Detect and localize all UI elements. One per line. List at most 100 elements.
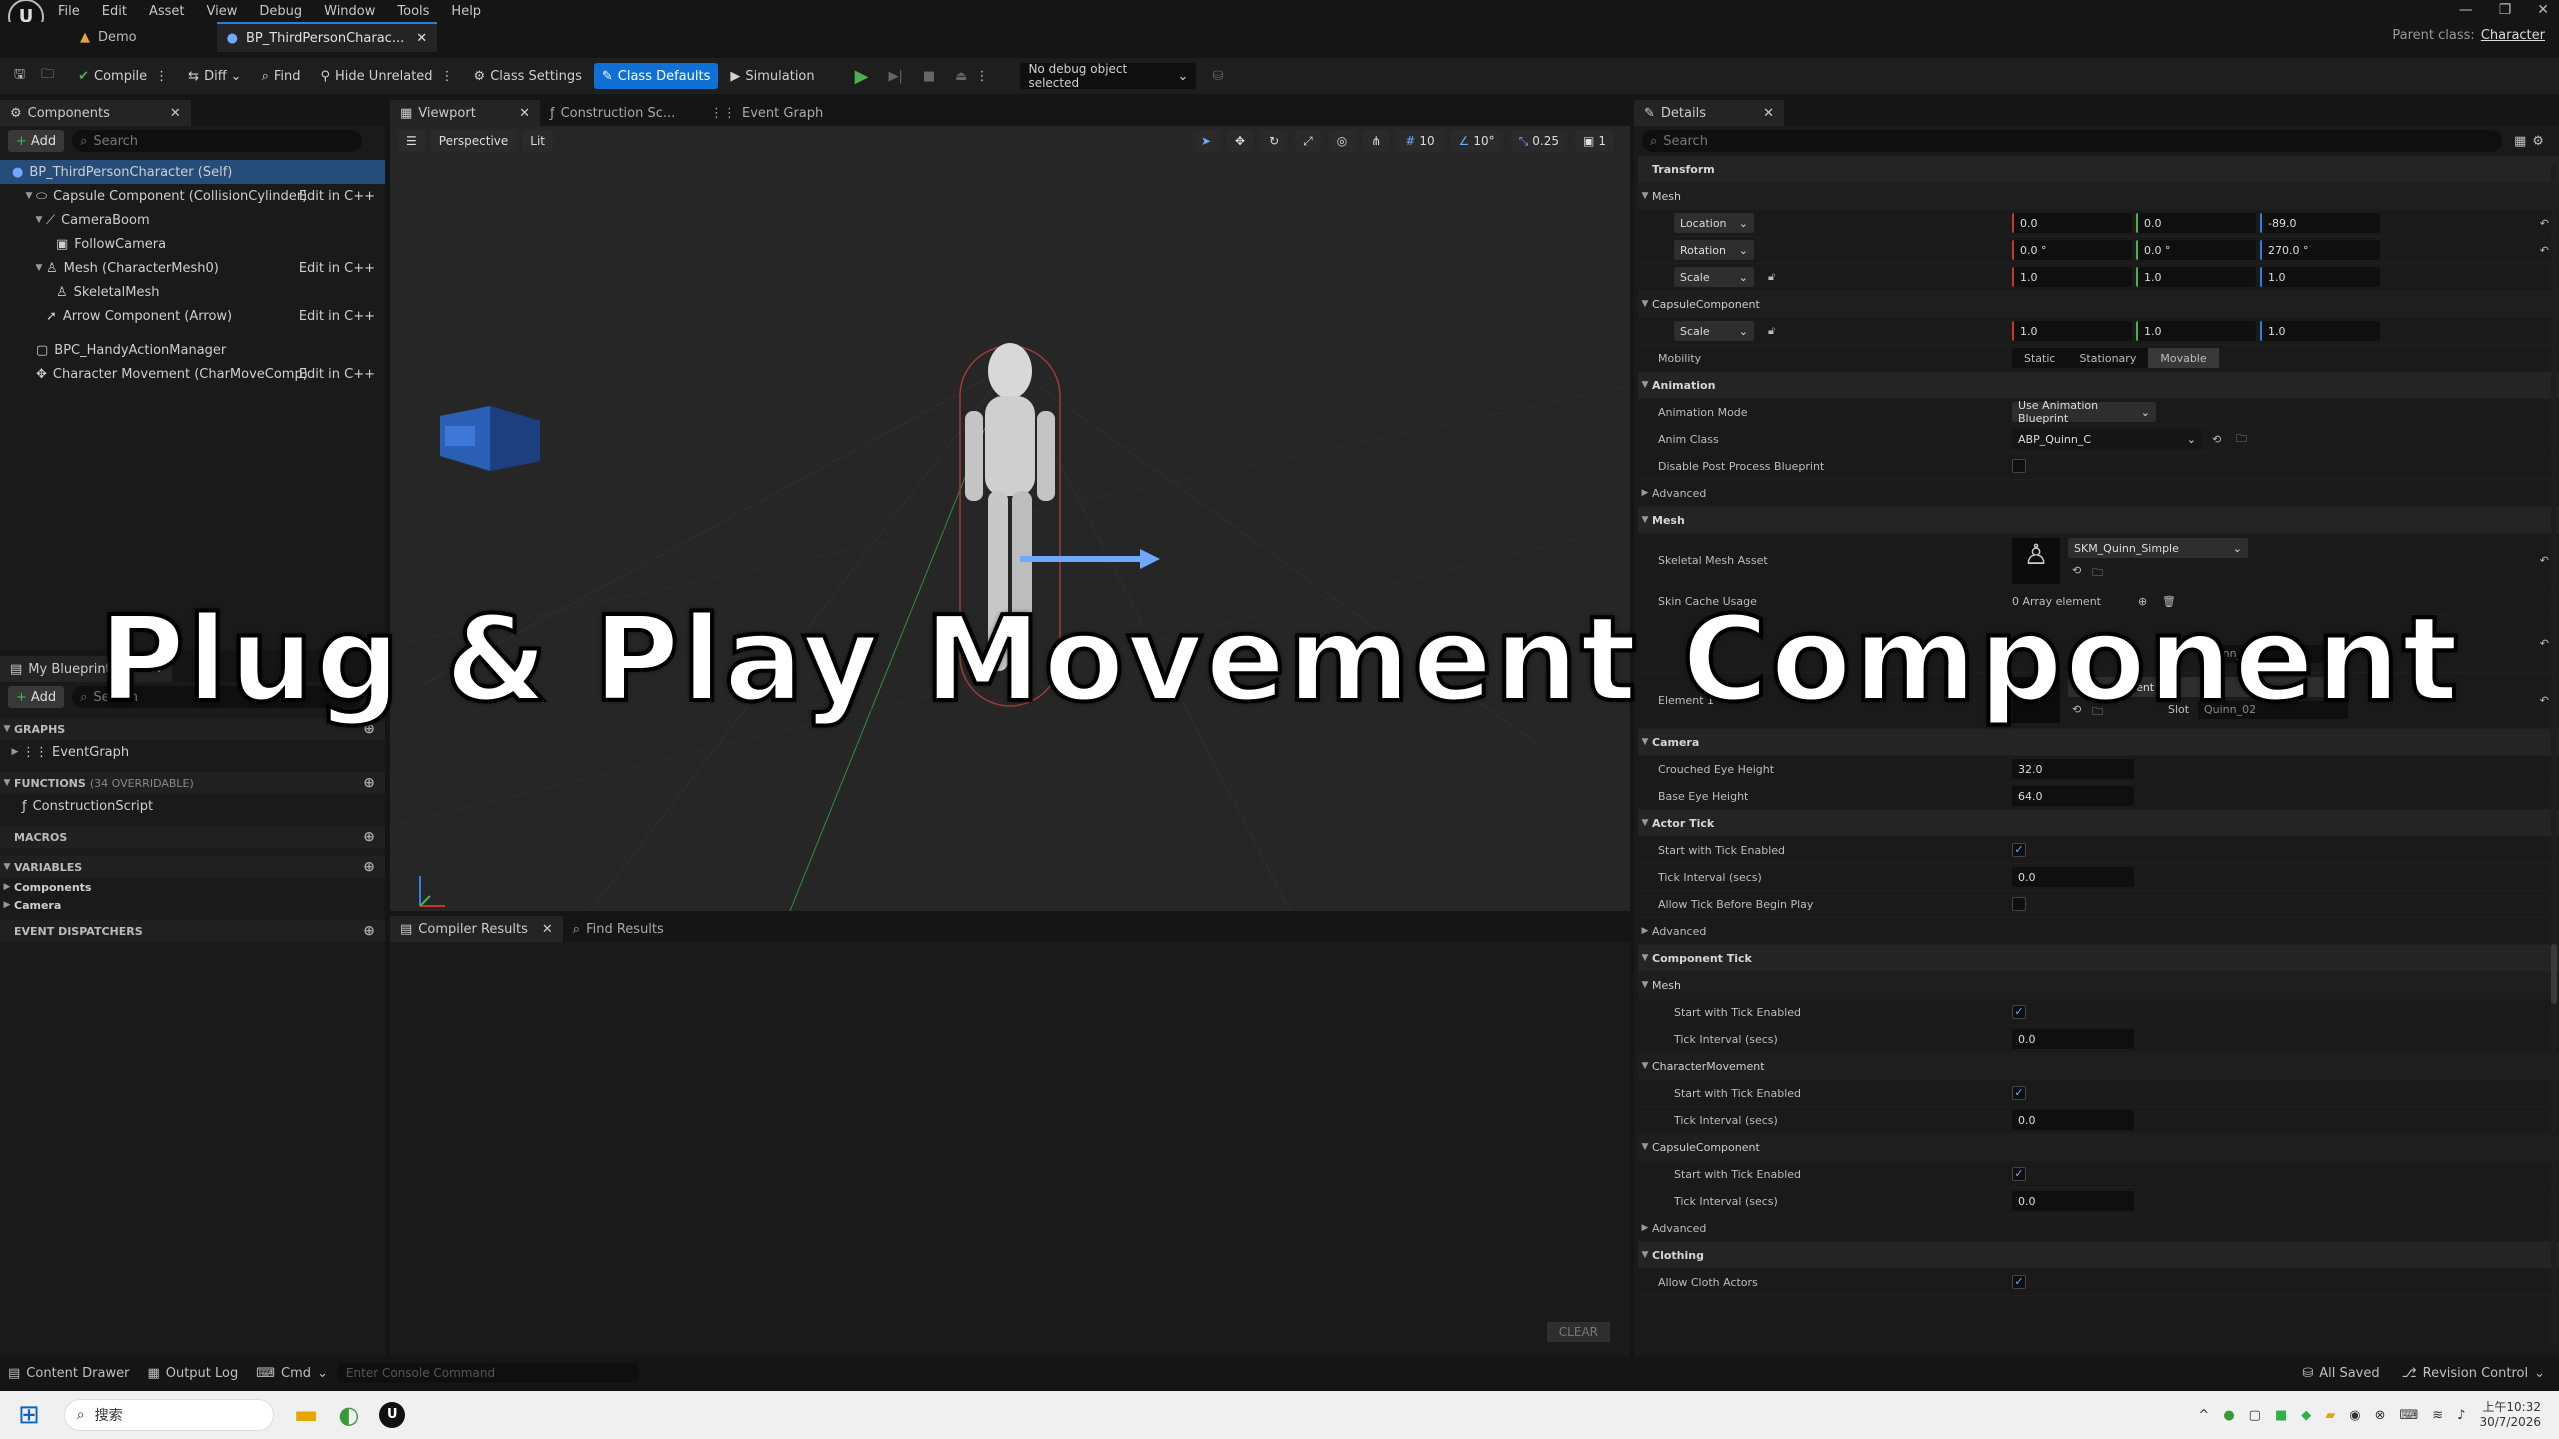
world-local-button[interactable]: ◎ <box>1328 130 1356 152</box>
rotation-x-field[interactable]: 0.0 ° <box>2012 240 2132 260</box>
rotation-y-field[interactable]: 0.0 ° <box>2136 240 2256 260</box>
file-explorer-icon[interactable]: ▬ <box>294 1400 319 1430</box>
menu-edit[interactable]: Edit <box>102 4 127 19</box>
close-tab-icon[interactable]: ✕ <box>1763 106 1774 121</box>
menu-file[interactable]: File <box>58 4 80 19</box>
rotate-button[interactable]: ↻ <box>1261 130 1288 152</box>
browse-icon[interactable]: 🗀 <box>41 65 54 87</box>
add-variable-icon[interactable]: ⊕ <box>363 859 375 875</box>
function-construction-script[interactable]: ƒ ConstructionScript <box>0 794 385 818</box>
anim-class-select[interactable]: ABP_Quinn_C ⌄ <box>2012 429 2202 449</box>
parent-class-link[interactable]: Character <box>2481 28 2545 43</box>
step-button[interactable]: ▶| <box>880 63 910 89</box>
viewport-scene[interactable]: ☰ Perspective Lit ➤ ✥ ↻ ⤢ ◎ ⋔ #10 ∠ 10° ⤡… <box>390 126 1630 911</box>
variables-section[interactable]: ▼ VARIABLES ⊕ <box>0 856 385 878</box>
allow-tick-before-play-checkbox[interactable] <box>2012 897 2026 911</box>
capsule-scale-z-field[interactable]: 1.0 <box>2260 321 2380 341</box>
simulation-button[interactable]: ▶ Simulation <box>722 63 822 89</box>
mobility-static[interactable]: Static <box>2012 352 2067 365</box>
debug-filter-icon[interactable]: ⛁ <box>1212 69 1223 84</box>
tab-demo[interactable]: ▲ Demo <box>70 22 147 52</box>
scale-x-field[interactable]: 1.0 <box>2012 267 2132 287</box>
camera-speed-button[interactable]: ▣ 1 <box>1575 130 1614 152</box>
eject-button[interactable]: ⏏ ⋮ <box>947 63 996 89</box>
select-mode-button[interactable]: ➤ <box>1192 130 1220 152</box>
edit-in-cpp-link[interactable]: Edit in C++ <box>299 189 375 204</box>
capsule-scale-x-field[interactable]: 1.0 <box>2012 321 2132 341</box>
stop-button[interactable]: ■ <box>915 63 943 89</box>
scale-z-field[interactable]: 1.0 <box>2260 267 2380 287</box>
tray-wechat-icon[interactable]: ■ <box>2275 1408 2287 1423</box>
viewport-menu-button[interactable]: ☰ <box>398 130 425 152</box>
functions-section[interactable]: ▼ FUNCTIONS (34 OVERRIDABLE) ⊕ <box>0 772 385 794</box>
add-dispatcher-icon[interactable]: ⊕ <box>363 923 375 939</box>
tray-chat-icon[interactable]: ◆ <box>2301 1408 2311 1423</box>
taskbar-search[interactable]: ⌕ 搜索 <box>63 1399 274 1431</box>
rotation-z-field[interactable]: 270.0 ° <box>2260 240 2380 260</box>
location-y-field[interactable]: 0.0 <box>2136 213 2256 233</box>
capsule-tick-sub[interactable]: ▼ CapsuleComponent <box>1638 1134 2559 1161</box>
table-view-icon[interactable]: ▦ <box>2514 134 2526 149</box>
component-self[interactable]: ● BP_ThirdPersonCharacter (Self) <box>0 160 385 184</box>
event-dispatchers-section[interactable]: EVENT DISPATCHERS ⊕ <box>0 920 385 942</box>
char-movement-tick-interval-field[interactable]: 0.0 <box>2012 1110 2134 1130</box>
component-tick-advanced[interactable]: ▶ Advanced <box>1638 1215 2559 1242</box>
menu-view[interactable]: View <box>207 4 238 19</box>
graph-event-graph[interactable]: ▶ ⋮⋮ EventGraph <box>0 740 385 764</box>
actor-tick-interval-field[interactable]: 0.0 <box>2012 867 2134 887</box>
details-search-input[interactable]: ⌕ Search <box>1642 130 2502 152</box>
scale-button[interactable]: ⤢ <box>1295 130 1321 152</box>
components-search-input[interactable]: ⌕ Search <box>72 130 363 152</box>
wifi-icon[interactable]: ≋ <box>2432 1408 2443 1423</box>
close-tab-icon[interactable]: ✕ <box>519 106 530 121</box>
disable-post-process-checkbox[interactable] <box>2012 459 2026 473</box>
unreal-taskbar-icon[interactable]: U <box>379 1402 406 1428</box>
component-follow-camera[interactable]: ▣ FollowCamera <box>0 232 385 256</box>
capsule-scale-y-field[interactable]: 1.0 <box>2136 321 2256 341</box>
clear-button[interactable]: CLEAR <box>1546 1322 1610 1342</box>
tray-app-icon[interactable]: ● <box>2223 1408 2234 1423</box>
component-tick-category[interactable]: ▼ Component Tick <box>1638 945 2559 972</box>
actor-tick-category[interactable]: ▼ Actor Tick <box>1638 810 2559 837</box>
mesh-start-tick-checkbox[interactable]: ✓ <box>2012 1005 2026 1019</box>
close-tab-icon[interactable]: ✕ <box>416 31 427 46</box>
location-z-field[interactable]: -89.0 <box>2260 213 2380 233</box>
rotation-dropdown[interactable]: Rotation ⌄ <box>1674 240 1754 260</box>
animation-mode-select[interactable]: Use Animation Blueprint ⌄ <box>2012 399 2156 425</box>
mesh-category[interactable]: ▼ Mesh <box>1638 507 2559 534</box>
output-log-button[interactable]: ▦ Output Log <box>147 1366 238 1381</box>
macros-section[interactable]: MACROS ⊕ <box>0 826 385 848</box>
variable-category-camera[interactable]: ▶ Camera <box>0 896 385 914</box>
close-window-icon[interactable]: ✕ <box>2537 2 2549 18</box>
volume-icon[interactable]: ♪ <box>2457 1408 2465 1423</box>
tab-compiler-results[interactable]: ▤ Compiler Results ✕ <box>390 916 563 942</box>
use-selected-icon[interactable]: ⟲ <box>2072 564 2081 577</box>
tray-keyboard-icon[interactable]: ⌨ <box>2400 1408 2419 1423</box>
settings-icon[interactable]: ⚙ <box>2532 134 2544 149</box>
class-defaults-button[interactable]: ✎ Class Defaults <box>593 63 719 89</box>
capsule-start-tick-checkbox[interactable]: ✓ <box>2012 1167 2026 1181</box>
content-drawer-button[interactable]: ▤ Content Drawer <box>8 1366 129 1381</box>
actor-tick-advanced[interactable]: ▶ Advanced <box>1638 918 2559 945</box>
skeletal-mesh-select[interactable]: SKM_Quinn_Simple ⌄ <box>2068 538 2248 558</box>
add-macro-icon[interactable]: ⊕ <box>363 829 375 845</box>
capsule-transform-sub[interactable]: ▼ CapsuleComponent <box>1638 291 2559 318</box>
component-mesh[interactable]: ▼ ♙ Mesh (CharacterMesh0) Edit in C++ <box>0 256 385 280</box>
mesh-transform-sub[interactable]: ▼ Mesh <box>1638 183 2559 210</box>
mobility-stationary[interactable]: Stationary <box>2067 352 2148 365</box>
find-button[interactable]: ⌕ Find <box>254 63 309 89</box>
lock-icon[interactable]: 🔓︎ <box>1768 324 1775 338</box>
actor-start-tick-checkbox[interactable]: ✓ <box>2012 843 2026 857</box>
restore-icon[interactable]: ❐ <box>2499 2 2512 18</box>
location-x-field[interactable]: 0.0 <box>2012 213 2132 233</box>
tab-blueprint[interactable]: ● BP_ThirdPersonCharac... ✕ <box>216 22 438 52</box>
reset-icon[interactable]: ↶ <box>2540 554 2549 567</box>
diff-button[interactable]: ⇆ Diff ⌄ <box>180 63 249 89</box>
base-eye-height-field[interactable]: 64.0 <box>2012 786 2134 806</box>
tab-details[interactable]: ✎ Details ✕ <box>1634 100 1784 126</box>
mesh-thumbnail[interactable]: ♙ <box>2012 538 2060 584</box>
edit-in-cpp-link[interactable]: Edit in C++ <box>299 261 375 276</box>
close-tab-icon[interactable]: ✕ <box>542 922 553 937</box>
console-input[interactable]: Enter Console Command <box>337 1363 638 1383</box>
tray-folder-icon[interactable]: ▰ <box>2325 1408 2335 1423</box>
